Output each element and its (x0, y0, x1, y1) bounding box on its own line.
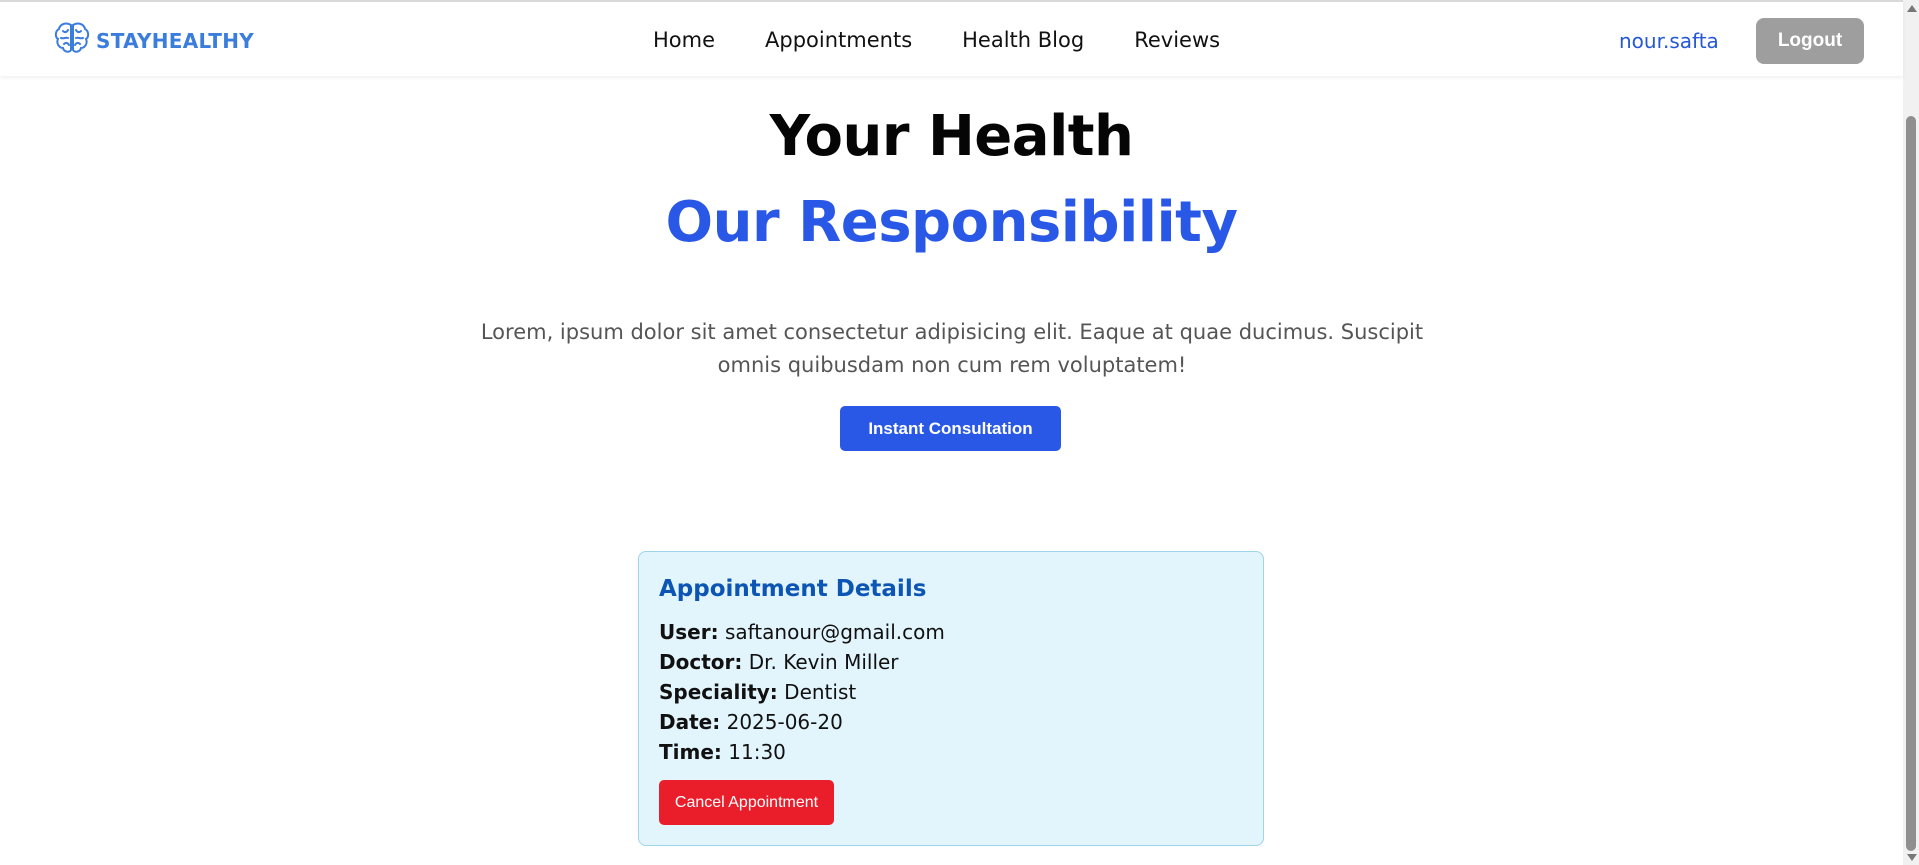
appointment-card: Appointment Details User: saftanour@gmai… (638, 551, 1264, 846)
doctor-value: Dr. Kevin Miller (748, 650, 899, 674)
nav-links: Home Appointments Health Blog Reviews (653, 28, 1220, 52)
appointment-date: Date: 2025-06-20 (659, 710, 843, 734)
instant-consultation-button[interactable]: Instant Consultation (840, 406, 1061, 451)
scroll-down-arrow-icon[interactable] (1907, 854, 1917, 861)
hero-title: Your Health (769, 104, 1134, 169)
brain-icon (54, 21, 90, 60)
brand-logo[interactable]: STAYHEALTHY (54, 21, 254, 60)
nav-link-appointments[interactable]: Appointments (765, 28, 912, 52)
nav-link-health-blog[interactable]: Health Blog (962, 28, 1084, 52)
time-label: Time: (659, 740, 722, 764)
speciality-label: Speciality: (659, 680, 778, 704)
nav-link-reviews[interactable]: Reviews (1134, 28, 1220, 52)
appointment-user: User: saftanour@gmail.com (659, 620, 945, 644)
time-value: 11:30 (728, 740, 786, 764)
nav-link-home[interactable]: Home (653, 28, 715, 52)
appointment-speciality: Speciality: Dentist (659, 680, 856, 704)
appointment-time: Time: 11:30 (659, 740, 786, 764)
username[interactable]: nour.safta (1619, 29, 1719, 53)
doctor-label: Doctor: (659, 650, 743, 674)
cancel-appointment-button[interactable]: Cancel Appointment (659, 780, 834, 825)
user-value: saftanour@gmail.com (724, 620, 945, 644)
hero-description: Lorem, ipsum dolor sit amet consectetur … (480, 320, 1424, 377)
speciality-value: Dentist (784, 680, 857, 704)
appointment-title: Appointment Details (659, 576, 927, 602)
appointment-doctor: Doctor: Dr. Kevin Miller (659, 650, 899, 674)
user-label: User: (659, 620, 719, 644)
date-label: Date: (659, 710, 721, 734)
hero-subtitle: Our Responsibility (665, 190, 1238, 255)
brand-name: STAYHEALTHY (96, 28, 255, 53)
scrollbar-thumb[interactable] (1906, 116, 1916, 851)
navbar: STAYHEALTHY Home Appointments Health Blo… (0, 0, 1903, 76)
vertical-scrollbar[interactable] (1903, 0, 1919, 865)
date-value: 2025-06-20 (726, 710, 843, 734)
scroll-up-arrow-icon[interactable] (1907, 5, 1917, 12)
logout-button[interactable]: Logout (1756, 18, 1864, 64)
